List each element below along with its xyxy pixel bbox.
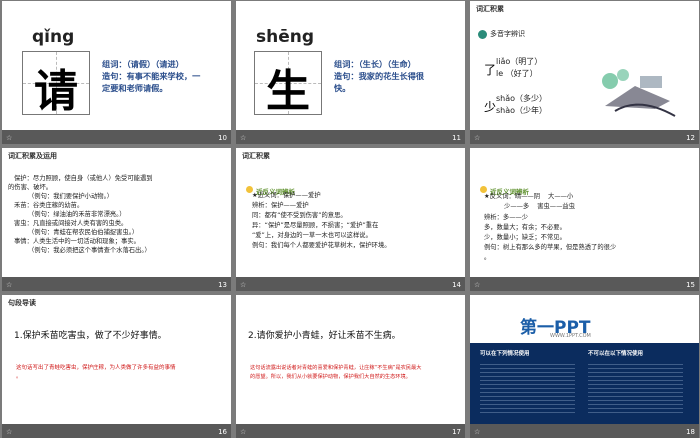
reading: le （好了） (496, 69, 538, 78)
definition-line: 害虫：凡直接或间接对人类有害的虫类。 (14, 220, 128, 227)
slide-flag: ☆ (6, 134, 13, 142)
slide-flag: ☆ (240, 281, 247, 289)
slide-number: 11 (452, 134, 461, 142)
slide-title: 句段导读 (2, 295, 231, 310)
content-line: “爱”上，对身边的一草一木也可以这样说。 (252, 232, 372, 239)
explanation: 这句话流露出说话者对青蛙的喜爱和保护青蛙，让庄稼“不生病”是农民最大 (250, 365, 422, 371)
section-label: 多音字辨识 (478, 29, 525, 39)
slide-title: 词汇积累 (236, 148, 465, 163)
slide-flag: ☆ (6, 281, 13, 289)
pinyin: qǐng (32, 27, 75, 47)
slide-footer: ☆ 14 (236, 277, 465, 291)
example-line: （例句：我们要保护小动物。） (28, 193, 114, 200)
content-line: ★近义词：保护——爱护 (252, 192, 321, 199)
content-line: 异：“保护”是尽量照顾，不损害；“爱护”重在 (252, 222, 379, 229)
slide-number: 18 (686, 428, 695, 436)
bullet-icon (480, 186, 487, 193)
slide-thumbnail-14[interactable]: 词汇积累 近反义词辨析 ★近义词：保护——爱护 辨析：保护——爱护 同：都有“使… (236, 148, 465, 291)
slide-thumbnail-16[interactable]: 句段导读 1.保护禾苗吃害虫，做了不少好事情。 这句话写出了青蛙吃害虫，保护庄稼… (2, 295, 231, 438)
reading: liǎo（明了） (496, 57, 543, 66)
definition-line: 禾苗：谷类庄稼的幼苗。 (14, 202, 84, 209)
landscape-painting-image (602, 69, 676, 117)
content-line: 少——多 害虫——益虫 (484, 203, 575, 210)
content-line: 同：都有“使不受到伤害”的意思。 (252, 212, 347, 219)
content-line: 例句：树上有那么多的苹果，但是熟透了的很少 (484, 244, 617, 251)
panel-heading: 可以在下列情况使用 (480, 351, 530, 357)
slide-footer: ☆ 17 (236, 424, 465, 438)
slide-footer: ☆ 15 (470, 277, 699, 291)
slide-flag: ☆ (474, 134, 481, 142)
slide-footer: ☆ 11 (236, 130, 465, 144)
character: 请 (34, 66, 78, 117)
slide-number: 14 (452, 281, 461, 289)
explanation: 的愿望。所以，我们从小就要保护动物，保护我们大自然的生态环境。 (250, 374, 411, 380)
slide-footer: ☆ 16 (2, 424, 231, 438)
explanation: 。 (16, 374, 22, 380)
slide-thumbnail-12[interactable]: 词汇积累 多音字辨识 了 liǎo（明了） le （好了） 少 shǎo（多少）… (470, 1, 699, 144)
polyphone-char: 了 (484, 63, 497, 77)
content-line: 辨析：保护——爱护 (252, 202, 309, 209)
sentence: 2.请你爱护小青蛙，好让禾苗不生病。 (248, 331, 401, 341)
character-grid: 请 (22, 51, 90, 117)
slide-footer: ☆ 10 (2, 130, 231, 144)
content-line: 。 (484, 254, 491, 261)
link-list (588, 361, 683, 416)
slide-number: 15 (686, 281, 695, 289)
slide-thumbnail-15[interactable]: 近反义词辨析 ★反义词：晴——阴 大——小 少——多 害虫——益虫 辨析：多——… (470, 148, 699, 291)
example-line: （例句：青蛙在帮农民伯伯捕捉害虫。） (28, 229, 139, 236)
slide-number: 10 (218, 134, 227, 142)
explanation: 这句话写出了青蛙吃害虫，保护庄稼，为人类做了许多有益的事情 (16, 365, 176, 371)
slide-thumbnail-18[interactable]: 第一PPT WWW.1PPT.COM 可以在下列情况使用 不可以在以下情况使用 … (470, 295, 699, 438)
definition-line: 事情：人类生活中的一切活动和现象；事实。 (14, 238, 140, 245)
slide-thumbnail-13[interactable]: 词汇积累及运用 保护：尽力照顾，使自身（或他人）免受可能遇到 的伤害、破坏。 （… (2, 148, 231, 291)
character: 生 (266, 66, 310, 117)
slide-title: 词汇积累及运用 (2, 148, 231, 163)
content-line: 辨析：多——少 (484, 214, 529, 221)
slide-flag: ☆ (474, 281, 481, 289)
sentence-line: 定要和老师请假。 (102, 83, 168, 93)
polyphone-char: 少 (484, 100, 497, 114)
bullet-icon (478, 29, 487, 39)
word-line: 组词：（请假）（请进） (102, 59, 184, 69)
content-line: 少，数量小；缺乏；不常见。 (484, 234, 566, 241)
content-line: 例句：我们每个人都要爱护花草树木，保护环境。 (252, 242, 391, 249)
slide-footer: ☆ 12 (470, 130, 699, 144)
slide-flag: ☆ (6, 428, 13, 436)
content-line: 多，数量大；有余；不必要。 (484, 224, 566, 231)
example-line: （例句：绿油油的禾苗非常漂亮。） (28, 211, 126, 218)
slide-thumbnail-17[interactable]: 2.请你爱护小青蛙，好让禾苗不生病。 这句话流露出说话者对青蛙的喜爱和保护青蛙，… (236, 295, 465, 438)
link-list (480, 361, 575, 416)
reading: shǎo（多少） (496, 94, 548, 103)
slide-flag: ☆ (474, 428, 481, 436)
sentence-line: 快。 (334, 83, 351, 93)
brand-url: WWW.1PPT.COM (550, 333, 591, 339)
reading: shào（少年） (496, 106, 548, 115)
panel-heading: 不可以在以下情况使用 (588, 351, 644, 357)
slide-thumbnail-11[interactable]: shēng 生 组词：（生长）（生命） 造句：我家的花生长得很 快。 ☆ 11 (236, 1, 465, 144)
slide-footer: ☆ 13 (2, 277, 231, 291)
slide-number: 12 (686, 134, 695, 142)
word-line: 组词：（生长）（生命） (334, 59, 416, 69)
sentence-line: 造句：有事不能来学校，一 (102, 71, 201, 81)
definition-line: 保护：尽力照顾，使自身（或他人）免受可能遇到 (14, 175, 153, 182)
pinyin: shēng (256, 27, 315, 47)
definition-line: 的伤害、破坏。 (8, 184, 53, 191)
character-grid: 生 (254, 51, 322, 117)
slide-flag: ☆ (240, 134, 247, 142)
slide-footer: ☆ 18 (470, 424, 699, 438)
sentence: 1.保护禾苗吃害虫，做了不少好事情。 (14, 331, 167, 341)
slide-flag: ☆ (240, 428, 247, 436)
info-panel: 可以在下列情况使用 不可以在以下情况使用 (470, 343, 699, 424)
sentence-line: 造句：我家的花生长得很 (334, 71, 425, 81)
example-line: （例句：我必须把这个事情查个水落石出。） (28, 247, 151, 254)
slide-number: 17 (452, 428, 461, 436)
slide-title: 词汇积累 (470, 1, 699, 16)
slide-number: 13 (218, 281, 227, 289)
slide-thumbnail-10[interactable]: qǐng 请 组词：（请假）（请进） 造句：有事不能来学校，一 定要和老师请假。… (2, 1, 231, 144)
content-line: ★反义词：晴——阴 大——小 (484, 193, 574, 200)
slide-number: 16 (218, 428, 227, 436)
